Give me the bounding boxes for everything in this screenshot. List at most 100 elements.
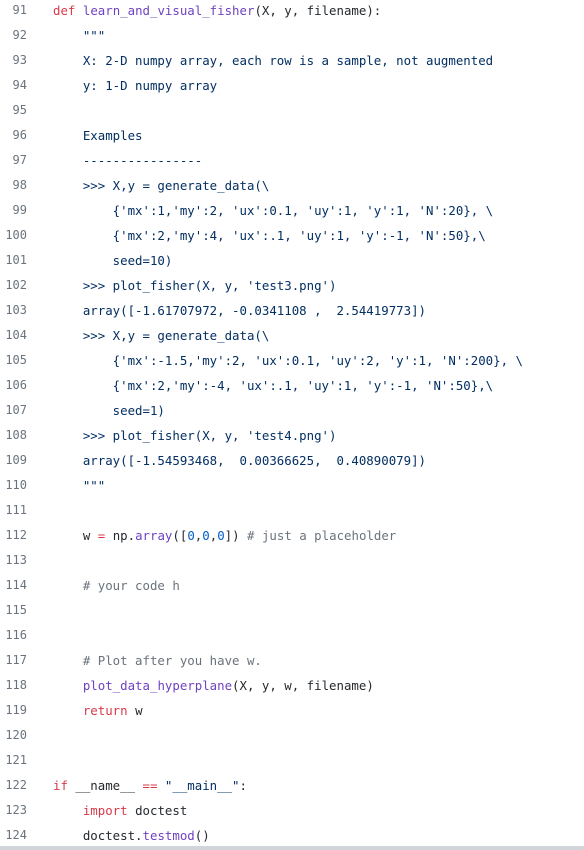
line-number[interactable]: 104: [0, 323, 27, 348]
line-number[interactable]: 91: [0, 0, 27, 23]
keyword-token: def: [53, 3, 76, 18]
code-content: X: 2-D numpy array, each row is a sample…: [27, 48, 584, 73]
string-token: array([-1.61707972, -0.0341108 , 2.54419…: [53, 303, 426, 318]
code-content: [27, 623, 584, 648]
string-token: y: 1-D numpy array: [53, 78, 218, 93]
code-line: 105 {'mx':-1.5,'my':2, 'ux':0.1, 'uy':2,…: [0, 348, 584, 373]
code-line: 113: [0, 548, 584, 573]
line-number[interactable]: 94: [0, 73, 27, 98]
text-token: w: [127, 703, 143, 718]
code-line: 117 # Plot after you have w.: [0, 648, 584, 673]
line-number[interactable]: 93: [0, 48, 27, 73]
code-content: array([-1.54593468, 0.00366625, 0.408900…: [27, 448, 584, 473]
code-content: # Plot after you have w.: [27, 648, 584, 673]
code-content: doctest.testmod(): [27, 823, 584, 848]
code-line: 123 import doctest: [0, 798, 584, 823]
line-number[interactable]: 121: [0, 748, 27, 773]
code-content: {'mx':1,'my':2, 'ux':0.1, 'uy':1, 'y':1,…: [27, 198, 584, 223]
line-number[interactable]: 98: [0, 173, 27, 198]
code-line: 106 {'mx':2,'my':-4, 'ux':.1, 'uy':1, 'y…: [0, 373, 584, 398]
function-token: learn_and_visual_fisher: [82, 3, 255, 18]
code-line: 109 array([-1.54593468, 0.00366625, 0.40…: [0, 448, 584, 473]
line-number[interactable]: 97: [0, 148, 27, 173]
code-content: """: [27, 473, 584, 498]
line-number[interactable]: 116: [0, 623, 27, 648]
text-token: (): [194, 828, 210, 843]
code-line: 112 w = np.array([0,0,0]) # just a place…: [0, 523, 584, 548]
line-number[interactable]: 118: [0, 673, 27, 698]
code-content: seed=1): [27, 398, 584, 423]
line-number[interactable]: 119: [0, 698, 27, 723]
code-content: >>> plot_fisher(X, y, 'test3.png'): [27, 273, 584, 298]
line-number[interactable]: 123: [0, 798, 27, 823]
code-line: 92 """: [0, 23, 584, 48]
line-number[interactable]: 105: [0, 348, 27, 373]
code-line: 111: [0, 498, 584, 523]
string-token: seed=10): [53, 253, 173, 268]
number-token: 0: [202, 528, 210, 543]
code-content: Examples: [27, 123, 584, 148]
line-number[interactable]: 108: [0, 423, 27, 448]
code-content: # your code h: [27, 573, 584, 598]
code-content: [27, 748, 584, 773]
string-token: "__main__": [164, 778, 240, 793]
line-number[interactable]: 115: [0, 598, 27, 623]
function-token: plot_data_hyperplane: [82, 678, 233, 693]
line-number[interactable]: 117: [0, 648, 27, 673]
line-number[interactable]: 96: [0, 123, 27, 148]
line-number[interactable]: 101: [0, 248, 27, 273]
line-number[interactable]: 114: [0, 573, 27, 598]
code-line: 95: [0, 98, 584, 123]
horizontal-scrollbar[interactable]: [0, 846, 584, 850]
text-token: ]): [224, 528, 248, 543]
string-token: array([-1.54593468, 0.00366625, 0.408900…: [53, 453, 426, 468]
line-number[interactable]: 120: [0, 723, 27, 748]
text-token: np.: [105, 528, 136, 543]
code-line: 98 >>> X,y = generate_data(\: [0, 173, 584, 198]
code-line: 104 >>> X,y = generate_data(\: [0, 323, 584, 348]
text-token: doctest.: [53, 828, 143, 843]
code-line: 100 {'mx':2,'my':4, 'ux':.1, 'uy':1, 'y'…: [0, 223, 584, 248]
code-content: y: 1-D numpy array: [27, 73, 584, 98]
string-token: {'mx':2,'my':-4, 'ux':.1, 'uy':1, 'y':-1…: [53, 378, 494, 393]
code-line: 115: [0, 598, 584, 623]
code-line: 108 >>> plot_fisher(X, y, 'test4.png'): [0, 423, 584, 448]
code-content: array([-1.61707972, -0.0341108 , 2.54419…: [27, 298, 584, 323]
code-line: 103 array([-1.61707972, -0.0341108 , 2.5…: [0, 298, 584, 323]
code-content: seed=10): [27, 248, 584, 273]
line-number[interactable]: 95: [0, 98, 27, 123]
line-number[interactable]: 109: [0, 448, 27, 473]
text-token: (X, y, filename):: [254, 3, 382, 18]
code-line: 107 seed=1): [0, 398, 584, 423]
code-line: 114 # your code h: [0, 573, 584, 598]
line-number[interactable]: 113: [0, 548, 27, 573]
line-number[interactable]: 111: [0, 498, 27, 523]
line-number[interactable]: 107: [0, 398, 27, 423]
code-content: {'mx':-1.5,'my':2, 'ux':0.1, 'uy':2, 'y'…: [27, 348, 584, 373]
line-number[interactable]: 122: [0, 773, 27, 798]
line-number[interactable]: 106: [0, 373, 27, 398]
code-line: 124 doctest.testmod(): [0, 823, 584, 848]
line-number[interactable]: 100: [0, 223, 27, 248]
line-number[interactable]: 92: [0, 23, 27, 48]
code-line: 121: [0, 748, 584, 773]
line-number[interactable]: 103: [0, 298, 27, 323]
code-content: [27, 723, 584, 748]
code-content: import doctest: [27, 798, 584, 823]
string-token: seed=1): [53, 403, 165, 418]
code-line: 116: [0, 623, 584, 648]
line-number[interactable]: 110: [0, 473, 27, 498]
code-line: 120: [0, 723, 584, 748]
code-file-view: 91 def learn_and_visual_fisher(X, y, file…: [0, 0, 584, 846]
code-content: """: [27, 23, 584, 48]
line-number[interactable]: 99: [0, 198, 27, 223]
code-content: plot_data_hyperplane(X, y, w, filename): [27, 673, 584, 698]
code-line: 122 if __name__ == "__main__":: [0, 773, 584, 798]
code-line: 118 plot_data_hyperplane(X, y, w, filena…: [0, 673, 584, 698]
number-token: 0: [217, 528, 225, 543]
line-number[interactable]: 112: [0, 523, 27, 548]
code-line: 96 Examples: [0, 123, 584, 148]
line-number[interactable]: 124: [0, 823, 27, 848]
line-number[interactable]: 102: [0, 273, 27, 298]
